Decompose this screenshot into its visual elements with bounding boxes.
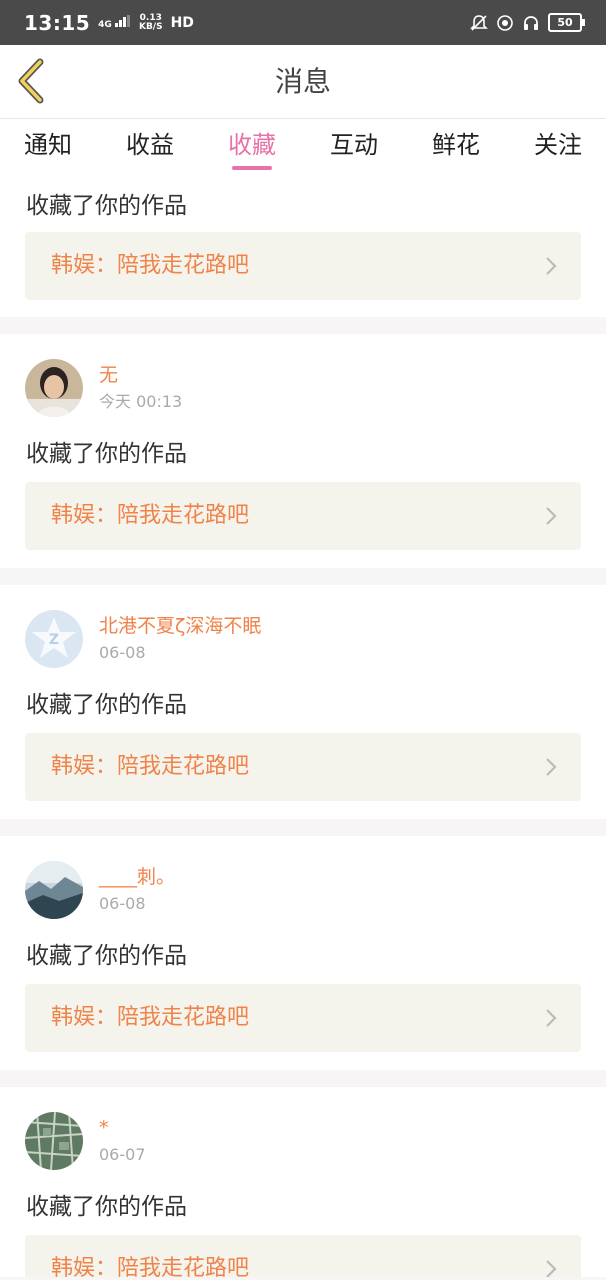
username[interactable]: * <box>99 1115 146 1141</box>
mountain-photo-icon <box>25 861 83 919</box>
username[interactable]: 无 <box>99 362 182 388</box>
avatar[interactable] <box>25 1112 83 1170</box>
avatar[interactable]: Z <box>25 610 83 668</box>
action-text: 收藏了你的作品 <box>26 193 187 219</box>
tab-interactions[interactable]: 互动 <box>326 119 382 174</box>
avatar[interactable] <box>25 861 83 919</box>
person-photo-icon <box>25 359 83 417</box>
work-title: 韩娱：陪我走花路吧 <box>51 754 250 779</box>
svg-text:Z: Z <box>49 632 59 648</box>
work-title: 韩娱：陪我走花路吧 <box>51 1005 250 1030</box>
battery-indicator: 50 <box>548 13 585 32</box>
work-link[interactable]: 韩娱：陪我走花路吧 <box>25 482 581 550</box>
qq-default-avatar-icon: Z <box>25 610 83 668</box>
tab-notifications[interactable]: 通知 <box>20 119 76 174</box>
alarm-icon <box>496 14 514 32</box>
timestamp: 06-08 <box>99 643 146 662</box>
timestamp: 06-07 <box>99 1145 146 1164</box>
work-link[interactable]: 韩娱：陪我走花路吧 <box>25 232 581 300</box>
tab-flowers[interactable]: 鲜花 <box>428 119 484 174</box>
avatar[interactable] <box>25 359 83 417</box>
work-link[interactable]: 韩娱：陪我走花路吧 <box>25 733 581 801</box>
work-link[interactable]: 韩娱：陪我走花路吧 <box>25 984 581 1052</box>
list-item: Z 北港不夏ζ深海不眠 06-08 收藏了你的作品 韩娱：陪我走花路吧 <box>0 585 606 819</box>
headphones-icon <box>522 14 540 32</box>
chevron-right-icon <box>546 257 557 275</box>
action-text: 收藏了你的作品 <box>26 441 187 467</box>
work-title: 韩娱：陪我走花路吧 <box>51 253 250 278</box>
work-link[interactable]: 韩娱：陪我走花路吧 <box>25 1235 581 1277</box>
chevron-right-icon <box>546 758 557 776</box>
list-item: 无 今天 00:13 收藏了你的作品 韩娱：陪我走花路吧 <box>0 334 606 568</box>
hd-badge: HD <box>170 14 194 31</box>
work-title: 韩娱：陪我走花路吧 <box>51 503 250 528</box>
network-speed: 0.13 KB/S <box>138 12 163 32</box>
signal-icon <box>114 15 130 27</box>
status-time: 13:15 <box>24 10 91 35</box>
mute-bell-icon <box>470 14 488 32</box>
work-title: 韩娱：陪我走花路吧 <box>51 1256 250 1277</box>
nav-bar: 消息 <box>0 45 606 119</box>
action-text: 收藏了你的作品 <box>26 692 187 718</box>
page-title: 消息 <box>274 65 331 98</box>
list-item: ____刺。 06-08 收藏了你的作品 韩娱：陪我走花路吧 <box>0 836 606 1070</box>
username[interactable]: ____刺。 <box>99 864 175 890</box>
map-photo-icon <box>25 1112 83 1170</box>
tab-favorites[interactable]: 收藏 <box>224 119 280 174</box>
tab-following[interactable]: 关注 <box>530 119 586 174</box>
network-indicator: 4G <box>98 15 131 30</box>
timestamp: 今天 00:13 <box>99 392 183 411</box>
list-item: * 06-07 收藏了你的作品 韩娱：陪我走花路吧 <box>0 1087 606 1277</box>
message-list: 收藏了你的作品 韩娱：陪我走花路吧 无 今天 00:13 收藏了你的作品 韩娱：… <box>0 174 606 1277</box>
action-text: 收藏了你的作品 <box>26 1194 187 1220</box>
chevron-right-icon <box>546 1009 557 1027</box>
timestamp: 06-08 <box>99 894 146 913</box>
chevron-right-icon <box>546 507 557 525</box>
action-text: 收藏了你的作品 <box>26 943 187 969</box>
tab-earnings[interactable]: 收益 <box>122 119 178 174</box>
tab-bar: 通知 收益 收藏 互动 鲜花 关注 <box>0 119 606 174</box>
username[interactable]: 北港不夏ζ深海不眠 <box>99 613 261 639</box>
list-item: 收藏了你的作品 韩娱：陪我走花路吧 <box>0 174 606 317</box>
status-bar: 13:15 4G 0.13 KB/S HD 50 <box>0 0 606 45</box>
chevron-right-icon <box>546 1260 557 1277</box>
